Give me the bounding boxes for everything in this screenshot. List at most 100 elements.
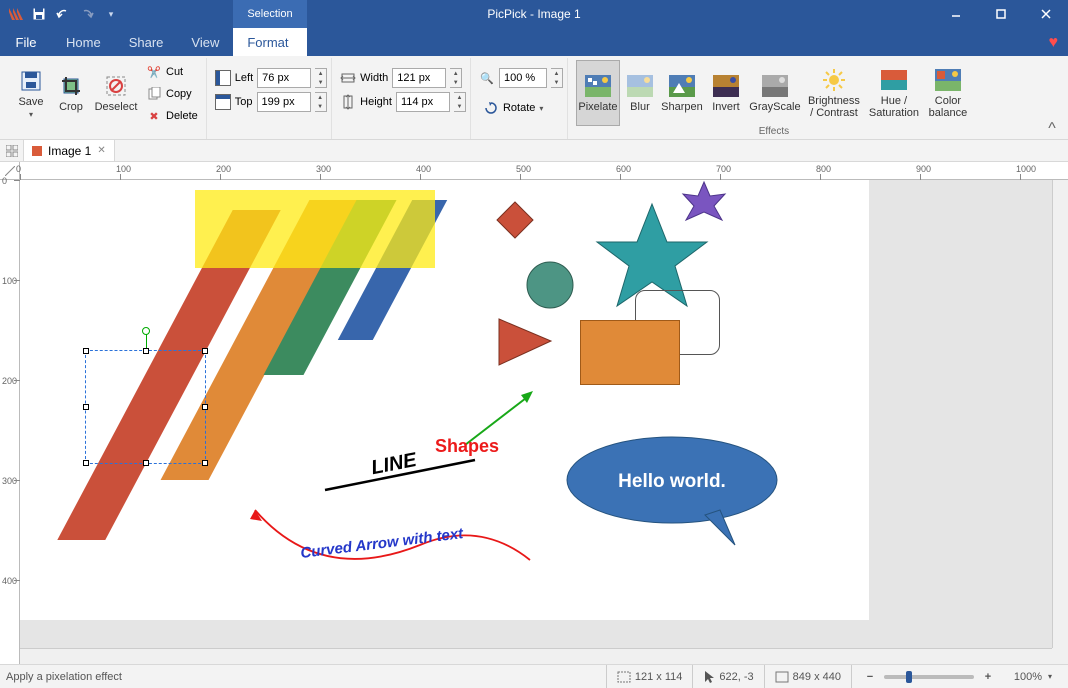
handle-nw[interactable] bbox=[83, 348, 89, 354]
hue-button[interactable]: Hue / Saturation bbox=[866, 60, 922, 126]
close-button[interactable] bbox=[1023, 0, 1068, 28]
doc-color-icon bbox=[32, 146, 42, 156]
pixelate-icon bbox=[584, 72, 612, 100]
handle-n[interactable] bbox=[143, 348, 149, 354]
handle-ne[interactable] bbox=[202, 348, 208, 354]
close-tab-button[interactable]: ✕ bbox=[97, 145, 105, 156]
height-icon bbox=[340, 94, 356, 110]
ribbon-group-effects: Pixelate Blur Sharpen Invert GrayScale B… bbox=[572, 58, 976, 139]
handle-se[interactable] bbox=[202, 460, 208, 466]
tab-grid-button[interactable] bbox=[0, 140, 24, 161]
tab-view[interactable]: View bbox=[177, 28, 233, 56]
top-icon bbox=[215, 94, 231, 110]
rotate-icon bbox=[483, 100, 499, 116]
tab-share[interactable]: Share bbox=[115, 28, 178, 56]
width-spinner[interactable]: ▲▼ bbox=[450, 68, 462, 88]
zoom-slider[interactable] bbox=[884, 675, 974, 679]
canvas-viewport[interactable]: Hello world. LINE Shapes Curved Arrow wi… bbox=[20, 180, 1068, 664]
colorbalance-icon bbox=[934, 66, 962, 94]
document-tab[interactable]: Image 1 ✕ bbox=[24, 140, 115, 161]
zoom-out-button[interactable]: − bbox=[862, 669, 878, 685]
rotate-button[interactable]: Rotate ▾ bbox=[479, 98, 563, 118]
magnifier-icon: 🔍 bbox=[479, 70, 495, 86]
minimize-button[interactable] bbox=[933, 0, 978, 28]
svg-text:Hello world.: Hello world. bbox=[618, 471, 726, 492]
handle-s[interactable] bbox=[143, 460, 149, 466]
left-input[interactable] bbox=[257, 68, 311, 88]
redo-button[interactable] bbox=[76, 3, 98, 25]
top-spinner[interactable]: ▲▼ bbox=[315, 92, 327, 112]
handle-e[interactable] bbox=[202, 404, 208, 410]
status-canvas-size: 849 x 440 bbox=[764, 665, 851, 688]
save-qat-button[interactable] bbox=[28, 3, 50, 25]
width-icon bbox=[340, 70, 356, 86]
menu-bar: File Home Share View Selection Format ♥ bbox=[0, 28, 1068, 56]
work-area: 010020030040050060070080090010001100 010… bbox=[0, 162, 1068, 664]
context-group-label: Selection bbox=[233, 0, 306, 28]
canvas[interactable]: Hello world. LINE Shapes Curved Arrow wi… bbox=[20, 180, 869, 620]
scissors-icon: ✂️ bbox=[146, 64, 162, 80]
shape-orange-rect bbox=[580, 320, 680, 385]
invert-icon bbox=[712, 72, 740, 100]
zoom-in-button[interactable]: + bbox=[980, 669, 996, 685]
ruler-horizontal[interactable]: 010020030040050060070080090010001100 bbox=[20, 162, 1068, 180]
zoom-spinner[interactable]: ▲▼ bbox=[551, 68, 563, 88]
status-zoom: − + 100% ▾ bbox=[851, 665, 1062, 688]
width-input[interactable] bbox=[392, 68, 446, 88]
status-selection-size: 121 x 114 bbox=[606, 665, 693, 688]
left-spinner[interactable]: ▲▼ bbox=[315, 68, 327, 88]
ribbon-group-edit: Save ▾ Crop Deselect ✂️Cut Copy ✖Delete bbox=[8, 58, 207, 139]
save-button[interactable]: Save ▾ bbox=[12, 60, 50, 126]
shape-yellow-rect bbox=[195, 190, 435, 268]
crop-icon bbox=[57, 72, 85, 100]
cut-button[interactable]: ✂️Cut bbox=[142, 62, 202, 82]
ribbon-collapse-button[interactable]: ^ bbox=[1044, 122, 1060, 136]
delete-button[interactable]: ✖Delete bbox=[142, 106, 202, 126]
speech-bubble: Hello world. bbox=[565, 435, 780, 550]
height-input[interactable] bbox=[396, 92, 450, 112]
ribbon-group-position: Left ▲▼ Top ▲▼ bbox=[211, 58, 332, 139]
deselect-button[interactable]: Deselect bbox=[92, 60, 140, 126]
sharpen-button[interactable]: Sharpen bbox=[660, 60, 704, 126]
copy-icon bbox=[146, 86, 162, 102]
grayscale-button[interactable]: GrayScale bbox=[748, 60, 802, 126]
crop-button[interactable]: Crop bbox=[52, 60, 90, 126]
brightness-icon bbox=[820, 66, 848, 94]
canvas-size-icon bbox=[775, 671, 789, 683]
document-tab-bar: Image 1 ✕ bbox=[0, 140, 1068, 162]
tab-home[interactable]: Home bbox=[52, 28, 115, 56]
height-spinner[interactable]: ▲▼ bbox=[454, 92, 466, 112]
blur-icon bbox=[626, 72, 654, 100]
undo-button[interactable] bbox=[52, 3, 74, 25]
blur-button[interactable]: Blur bbox=[622, 60, 658, 126]
invert-button[interactable]: Invert bbox=[706, 60, 746, 126]
ruler-vertical[interactable]: 0100200300400500 bbox=[0, 180, 20, 664]
copy-button[interactable]: Copy bbox=[142, 84, 202, 104]
zoom-input[interactable] bbox=[499, 68, 547, 88]
top-input[interactable] bbox=[257, 92, 311, 112]
zoom-menu-button[interactable]: ▾ bbox=[1048, 672, 1052, 681]
app-icon[interactable] bbox=[4, 3, 26, 25]
maximize-button[interactable] bbox=[978, 0, 1023, 28]
deselect-icon bbox=[102, 72, 130, 100]
quick-access-toolbar: ▾ bbox=[0, 3, 122, 25]
selection-rectangle[interactable] bbox=[85, 350, 206, 464]
shape-circle bbox=[525, 260, 575, 310]
handle-w[interactable] bbox=[83, 404, 89, 410]
tab-format[interactable]: Format bbox=[233, 28, 306, 56]
heart-icon[interactable]: ♥ bbox=[1049, 34, 1059, 52]
status-bar: Apply a pixelation effect 121 x 114 622,… bbox=[0, 664, 1068, 688]
document-tab-label: Image 1 bbox=[48, 144, 91, 158]
scrollbar-vertical[interactable] bbox=[1052, 180, 1068, 648]
pixelate-button[interactable]: Pixelate bbox=[576, 60, 620, 126]
curved-arrow bbox=[240, 485, 540, 575]
file-menu-button[interactable]: File bbox=[0, 28, 52, 56]
delete-icon: ✖ bbox=[146, 108, 162, 124]
scrollbar-horizontal[interactable] bbox=[20, 648, 1052, 664]
qat-customize-button[interactable]: ▾ bbox=[100, 3, 122, 25]
colorbalance-button[interactable]: Color balance bbox=[924, 60, 972, 126]
title-bar: ▾ PicPick - Image 1 bbox=[0, 0, 1068, 28]
handle-sw[interactable] bbox=[83, 460, 89, 466]
brightness-button[interactable]: Brightness / Contrast bbox=[804, 60, 864, 126]
sharpen-icon bbox=[668, 72, 696, 100]
